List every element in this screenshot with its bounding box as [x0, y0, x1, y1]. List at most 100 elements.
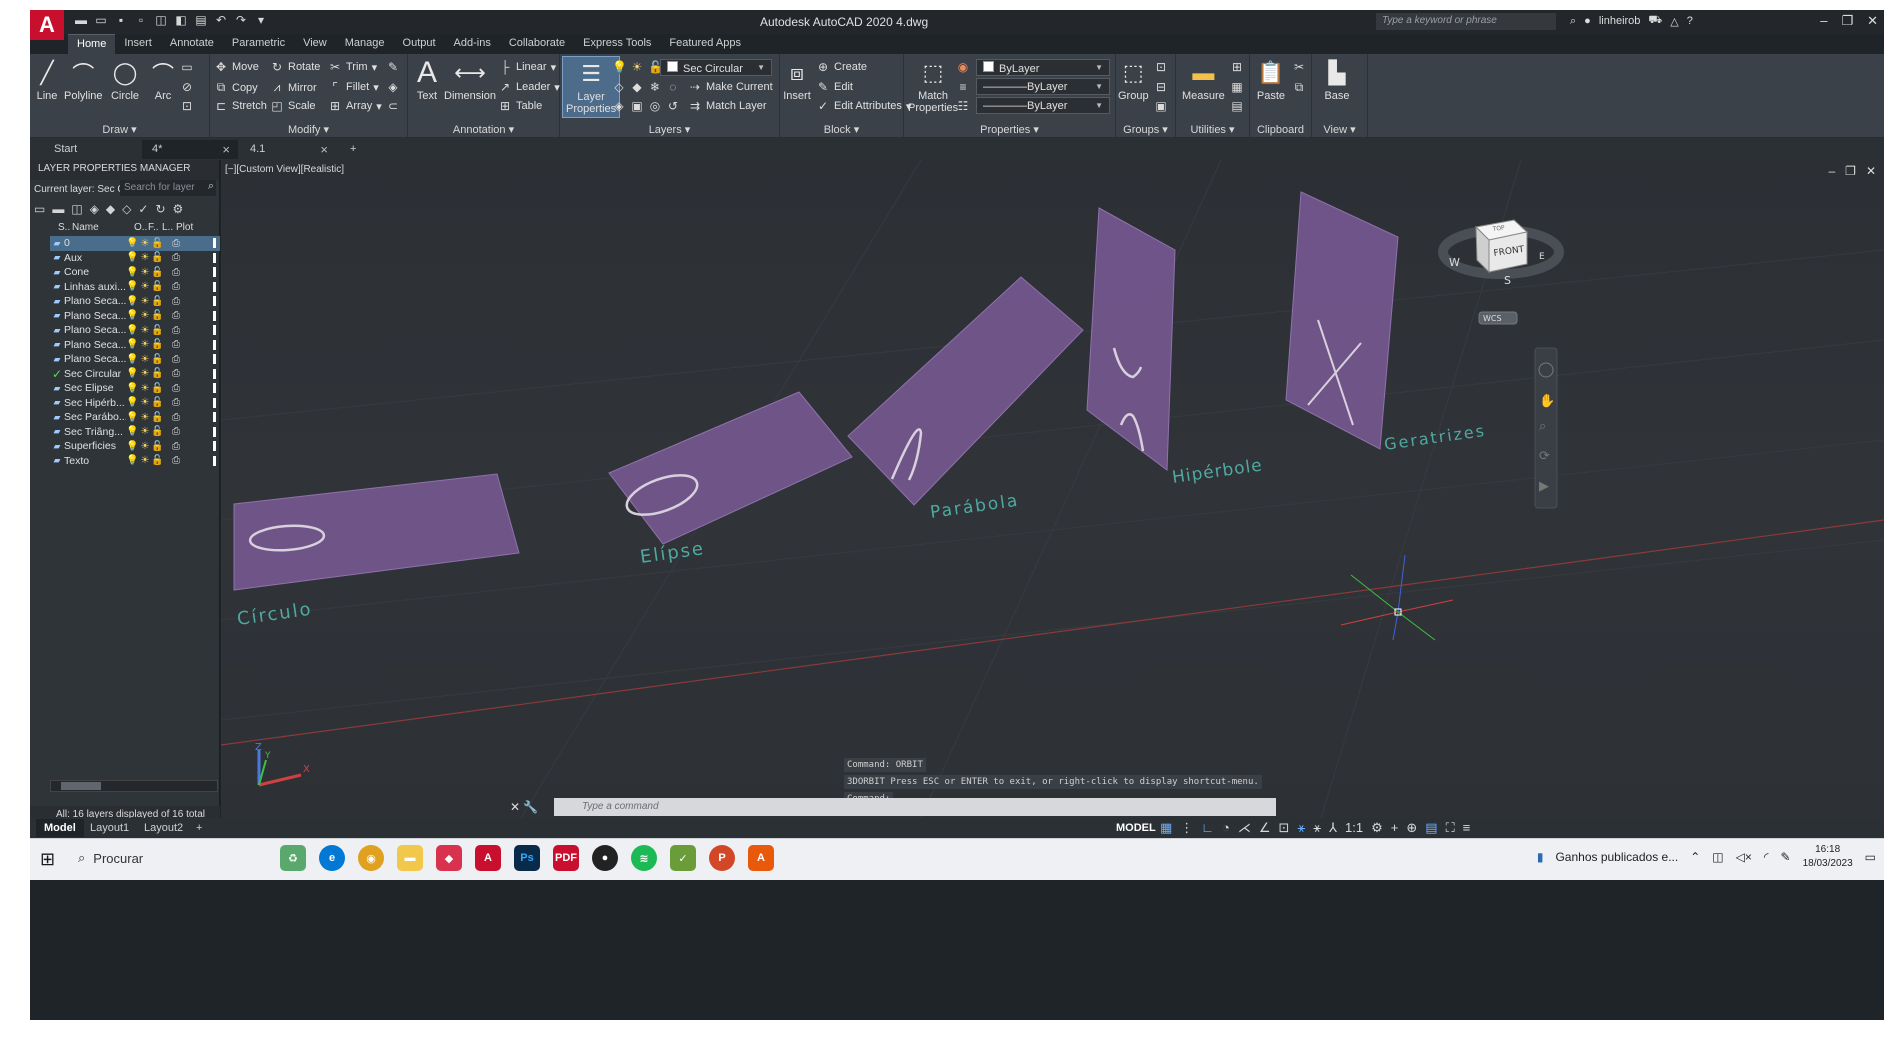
calculator-button[interactable]: ▤ — [1230, 99, 1244, 113]
layer-on-icon[interactable]: 💡 — [612, 60, 627, 74]
chevron-up-icon[interactable]: ⌃ — [1690, 850, 1700, 864]
pan-icon[interactable]: ✋ — [1539, 393, 1555, 408]
restore-icon[interactable]: ❐ — [1841, 13, 1853, 29]
orbit-icon[interactable]: ⟳ — [1539, 448, 1550, 463]
layout-tab-layout2[interactable]: Layout2 — [136, 819, 191, 837]
chrome-app-icon[interactable]: ◉ — [358, 845, 384, 871]
rectangle-button[interactable]: ▭ — [180, 60, 194, 74]
delete-layer-icon[interactable]: ◇ — [122, 202, 131, 216]
layer-row[interactable]: ▰ Texto 💡☀🔓 ⎙ — [50, 454, 220, 469]
layer-state-icons[interactable]: 💡☀🔓 — [126, 397, 172, 408]
network-icon[interactable]: ◫ — [1712, 850, 1723, 864]
ribbon-tab-home[interactable]: Home — [68, 34, 116, 54]
clean-screen-icon[interactable]: ⛶ — [1446, 820, 1455, 836]
layer-color-swatch[interactable] — [213, 281, 216, 292]
layout-tab-layout1[interactable]: Layout1 — [82, 819, 137, 837]
model-space-toggle[interactable]: MODEL — [1116, 822, 1156, 834]
layer-color-swatch[interactable] — [213, 426, 216, 437]
user-name[interactable]: linheirob — [1599, 15, 1641, 27]
save-as-icon[interactable]: ▫ — [134, 13, 148, 27]
plot-icon[interactable]: ⎙ — [172, 368, 192, 379]
cart-icon[interactable]: ⛟ — [1648, 14, 1662, 28]
measure-button[interactable]: ▬ Measure — [1182, 58, 1225, 102]
settings-icon[interactable]: ⚙ — [173, 202, 184, 216]
add-layout-button[interactable]: + — [188, 819, 210, 837]
tray-notification-text[interactable]: Ganhos publicados e... — [1555, 850, 1678, 864]
layer-row[interactable]: ✓ Sec Circular 💡☀🔓 ⎙ — [50, 367, 220, 382]
ribbon-tab-output[interactable]: Output — [394, 34, 445, 54]
plot-icon[interactable]: ⎙ — [172, 267, 192, 278]
color-dropdown[interactable]: ByLayer ▼ — [976, 59, 1110, 76]
layer-row[interactable]: ▰ Aux 💡☀🔓 ⎙ — [50, 251, 220, 266]
layer-lock-icon[interactable]: ▣ — [630, 99, 644, 113]
layer-state-icons[interactable]: 💡☀🔓 — [126, 441, 172, 452]
application-menu-button[interactable]: A — [30, 10, 64, 40]
layer-row[interactable]: ▰ 0 💡☀🔓 ⎙ — [50, 236, 220, 251]
layer-row[interactable]: ▰ Plano Seca... 💡☀🔓 ⎙ — [50, 294, 220, 309]
plot-icon[interactable]: ⎙ — [172, 281, 192, 292]
move-button[interactable]: ✥ Move — [214, 60, 259, 74]
generatrices-plane[interactable] — [1285, 191, 1399, 450]
save-icon[interactable]: ▪ — [114, 13, 128, 27]
modify-panel-title[interactable]: Modify ▾ — [210, 123, 407, 136]
new-layer-icon[interactable]: ◈ — [90, 202, 99, 216]
trim-button[interactable]: ✂ Trim ▾ — [328, 60, 377, 74]
hatch-button[interactable]: ⊘ — [180, 80, 194, 94]
layer-state-icons[interactable]: 💡☀🔓 — [126, 325, 172, 336]
edit-attributes-button[interactable]: ✓ Edit Attributes ▾ — [816, 99, 911, 113]
polar-icon[interactable]: ◔ — [1222, 820, 1230, 836]
layer-row[interactable]: ▰ Sec Hipérb... 💡☀🔓 ⎙ — [50, 396, 220, 411]
col-lock[interactable]: L.. — [162, 222, 176, 233]
edge-app-icon[interactable]: e — [319, 845, 345, 871]
zoom-icon[interactable]: ⌕ — [1539, 418, 1546, 433]
group-edit-button[interactable]: ⊟ — [1154, 80, 1168, 94]
layer-off-icon[interactable]: ◌ — [666, 80, 680, 94]
line-button[interactable]: ╱ Line — [32, 58, 62, 102]
drawing-viewport[interactable]: Círculo Elípse Parábola Hipérbole Geratr… — [221, 160, 1884, 818]
windows-start-icon[interactable]: ⊞ — [40, 849, 55, 870]
action-center-icon[interactable]: ▭ — [1865, 850, 1876, 864]
doc-tab-current[interactable]: 4* × — [142, 140, 238, 159]
layer-row[interactable]: ▰ Plano Seca... 💡☀🔓 ⎙ — [50, 338, 220, 353]
layer-color-swatch[interactable] — [213, 383, 216, 394]
taskbar-search[interactable]: ⌕ Procurar — [78, 850, 143, 866]
ribbon-tab-manage[interactable]: Manage — [336, 34, 394, 54]
ribbon-tab-insert[interactable]: Insert — [115, 34, 161, 54]
user-icon[interactable]: ● — [1584, 15, 1591, 27]
ribbon-tab-featured-apps[interactable]: Featured Apps — [660, 34, 750, 54]
ribbon-tab-parametric[interactable]: Parametric — [223, 34, 294, 54]
refresh-icon[interactable]: ↻ — [155, 202, 165, 216]
col-plot[interactable]: Plot — [176, 222, 200, 233]
file-explorer-icon[interactable]: ▬ — [397, 845, 423, 871]
layer-state-icons[interactable]: 💡☀🔓 — [126, 267, 172, 278]
plot-icon[interactable]: ⎙ — [172, 325, 192, 336]
showmotion-icon[interactable]: ▶ — [1539, 478, 1549, 493]
layer-color-swatch[interactable] — [213, 412, 216, 423]
utilities-panel-title[interactable]: Utilities ▾ — [1176, 123, 1249, 136]
linear-button[interactable]: ├ Linear ▾ — [498, 60, 556, 74]
make-current-button[interactable]: ⇢ Make Current — [688, 80, 773, 94]
customize-qat-icon[interactable]: ▾ — [254, 13, 268, 27]
close-tab-icon[interactable]: × — [320, 142, 328, 157]
compass-east[interactable]: E — [1539, 252, 1545, 262]
viewport-minimize-icon[interactable]: – — [1828, 164, 1835, 178]
arc-button[interactable]: ⌒ Arc — [148, 58, 178, 102]
ribbon-tab-express-tools[interactable]: Express Tools — [574, 34, 660, 54]
layer-thaw-icon[interactable]: ☀ — [630, 60, 644, 74]
layer-row[interactable]: ▰ Plano Seca... 💡☀🔓 ⎙ — [50, 352, 220, 367]
plot-icon[interactable]: ⎙ — [172, 412, 192, 423]
layer-color-swatch[interactable] — [213, 238, 216, 249]
copy-button[interactable]: ⧉ Copy — [214, 80, 258, 95]
plot-icon[interactable]: ⎙ — [172, 296, 192, 307]
rotate-button[interactable]: ↻ Rotate — [270, 60, 320, 74]
select-all-button[interactable]: ▦ — [1230, 80, 1244, 94]
layers-panel-title[interactable]: Layers ▾ — [560, 123, 779, 136]
leader-button[interactable]: ↗ Leader ▾ — [498, 80, 560, 94]
layer-row[interactable]: ▰ Sec Elipse 💡☀🔓 ⎙ — [50, 381, 220, 396]
layer-row[interactable]: ▰ Plano Seca... 💡☀🔓 ⎙ — [50, 309, 220, 324]
plot-icon[interactable]: ⎙ — [172, 238, 192, 249]
open-web-icon[interactable]: ◫ — [154, 13, 168, 27]
polyline-button[interactable]: ⌒ Polyline — [64, 58, 103, 102]
save-web-icon[interactable]: ◧ — [174, 13, 188, 27]
draw-panel-title[interactable]: Draw ▾ — [30, 123, 209, 136]
